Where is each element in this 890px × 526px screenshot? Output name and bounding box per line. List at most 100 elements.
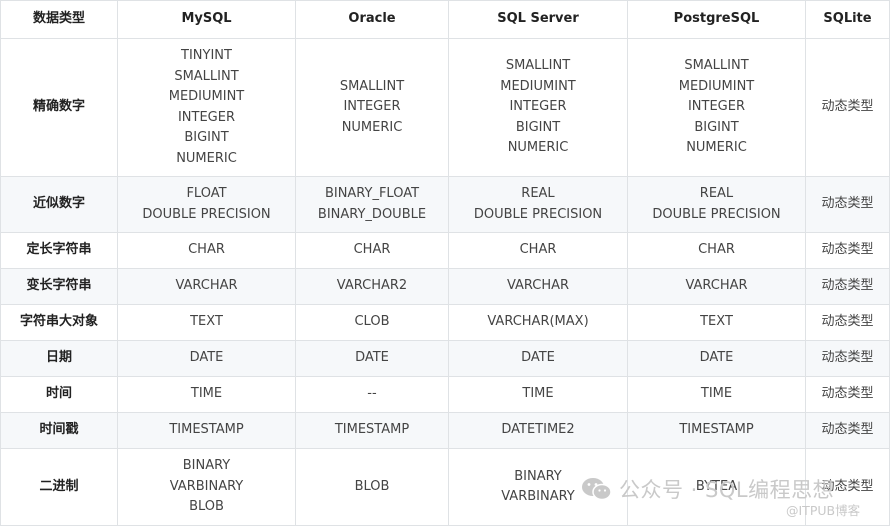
type-name: TIME <box>700 386 733 402</box>
cell-sqlite: 动态类型 <box>805 176 890 233</box>
type-name: CHAR <box>353 242 391 258</box>
table-row: 定长字符串 CHAR CHAR CHAR CHAR 动态类型 <box>0 232 890 269</box>
cell-sqlite: 动态类型 <box>805 304 890 341</box>
type-name: DATE <box>699 350 734 366</box>
table-row: 近似数字 FLOAT DOUBLE PRECISION BINARY_FLOAT BIN… <box>0 176 890 233</box>
type-name: TIME <box>190 386 223 402</box>
type-name: 动态类型 <box>821 350 874 366</box>
table-row: 二进制 BINARY VARBINARY BLOB BLOB BINARY VARBINAR… <box>0 448 890 526</box>
type-name: 动态类型 <box>821 99 874 115</box>
type-name: SMALLINT <box>505 58 571 74</box>
row-category: 变长字符串 <box>0 268 118 305</box>
row-category: 精确数字 <box>0 38 118 177</box>
type-name: MEDIUMINT <box>168 89 245 104</box>
type-name: 动态类型 <box>821 278 874 294</box>
cell-sql-server: DATE <box>448 340 628 377</box>
type-name: CLOB <box>354 314 390 330</box>
type-name: INTEGER <box>687 99 746 115</box>
type-name: INTEGER <box>343 99 401 115</box>
cell-postgresql: TIMESTAMP <box>627 412 806 449</box>
cell-oracle: BINARY_FLOAT BINARY_DOUBLE <box>295 176 449 233</box>
table-row: 日期 DATE DATE DATE DATE 动态类型 <box>0 340 890 377</box>
cell-oracle: BLOB <box>295 448 449 526</box>
cell-oracle: CHAR <box>295 232 449 269</box>
type-name: INTEGER <box>177 109 236 125</box>
type-name: VARCHAR <box>175 278 238 294</box>
cell-sqlite: 动态类型 <box>805 412 890 449</box>
type-name: BIGINT <box>184 130 229 145</box>
cell-mysql: TEXT <box>117 304 296 341</box>
table-row: 字符串大对象 TEXT CLOB VARCHAR(MAX) TEXT 动态类型 <box>0 304 890 341</box>
type-name: DOUBLE PRECISION <box>473 206 603 222</box>
cell-postgresql: REAL DOUBLE PRECISION <box>627 176 806 233</box>
type-name: TIMESTAMP <box>679 422 754 438</box>
type-name: BLOB <box>354 478 390 494</box>
cell-oracle: SMALLINT INTEGER NUMERIC <box>295 38 449 177</box>
table-row: 变长字符串 VARCHAR VARCHAR2 VARCHAR VARCHAR 动态类型 <box>0 268 890 305</box>
table-row: 时间 TIME -- TIME TIME 动态类型 <box>0 376 890 413</box>
cell-mysql: TIMESTAMP <box>117 412 296 449</box>
cell-sqlite: 动态类型 <box>805 38 890 177</box>
cell-sqlite: 动态类型 <box>805 448 890 526</box>
type-name: BIGINT <box>515 119 561 135</box>
type-name: NUMERIC <box>507 140 569 156</box>
table-row: 精确数字 TINYINT SMALLINT MEDIUMINT INTEGER BIGIN… <box>0 38 890 177</box>
type-name: DATE <box>355 350 389 366</box>
type-name: BYTEA <box>695 478 738 494</box>
cell-oracle: CLOB <box>295 304 449 341</box>
cell-sql-server: CHAR <box>448 232 628 269</box>
type-name: NUMERIC <box>686 140 747 156</box>
cell-sqlite: 动态类型 <box>805 376 890 413</box>
cell-postgresql: BYTEA <box>627 448 806 526</box>
type-name: FLOAT <box>186 186 227 201</box>
type-name: VARCHAR2 <box>336 278 408 294</box>
row-category: 字符串大对象 <box>0 304 118 341</box>
type-name: VARBINARY <box>169 478 244 494</box>
type-name: 动态类型 <box>821 478 874 494</box>
row-category: 二进制 <box>0 448 118 526</box>
cell-oracle: VARCHAR2 <box>295 268 449 305</box>
type-name: CHAR <box>188 242 225 258</box>
row-category: 日期 <box>0 340 118 377</box>
cell-sql-server: REAL DOUBLE PRECISION <box>448 176 628 233</box>
row-category: 近似数字 <box>0 176 118 233</box>
type-name: TIMESTAMP <box>334 422 410 438</box>
cell-sqlite: 动态类型 <box>805 232 890 269</box>
cell-mysql: CHAR <box>117 232 296 269</box>
cell-sqlite: 动态类型 <box>805 268 890 305</box>
cell-postgresql: DATE <box>627 340 806 377</box>
header-mysql: MySQL <box>117 0 296 39</box>
type-name: SMALLINT <box>174 68 239 84</box>
type-name: TINYINT <box>181 48 232 63</box>
cell-postgresql: TEXT <box>627 304 806 341</box>
type-name: 动态类型 <box>821 242 874 258</box>
type-name: BINARY_DOUBLE <box>317 206 427 222</box>
cell-oracle: -- <box>295 376 449 413</box>
type-name: DATE <box>189 350 224 366</box>
type-name: DATETIME2 <box>501 422 575 438</box>
type-name: BINARY_FLOAT <box>324 186 420 201</box>
type-name: DOUBLE PRECISION <box>142 206 271 222</box>
header-oracle: Oracle <box>295 0 449 39</box>
type-name: INTEGER <box>509 99 567 115</box>
type-name: VARCHAR <box>685 278 748 294</box>
header-data-type: 数据类型 <box>0 0 118 39</box>
cell-sql-server: BINARY VARBINARY <box>448 448 628 526</box>
data-type-table: 数据类型 MySQL Oracle SQL Server PostgreSQL … <box>0 0 890 526</box>
header-sql-server: SQL Server <box>448 0 628 39</box>
cell-sql-server: VARCHAR(MAX) <box>448 304 628 341</box>
type-name: BIGINT <box>694 119 739 135</box>
cell-postgresql: TIME <box>627 376 806 413</box>
type-name: BINARY <box>182 458 231 474</box>
cell-sql-server: DATETIME2 <box>448 412 628 449</box>
cell-mysql: TIME <box>117 376 296 413</box>
type-name: TIMESTAMP <box>169 422 244 438</box>
header-sqlite: SQLite <box>805 0 890 39</box>
row-category: 时间戳 <box>0 412 118 449</box>
type-name: TIME <box>522 386 554 402</box>
type-name: REAL <box>521 186 555 201</box>
type-name: 动态类型 <box>821 314 874 330</box>
type-name: NUMERIC <box>341 119 403 135</box>
type-name: 动态类型 <box>821 386 874 402</box>
type-name: TEXT <box>700 314 733 330</box>
